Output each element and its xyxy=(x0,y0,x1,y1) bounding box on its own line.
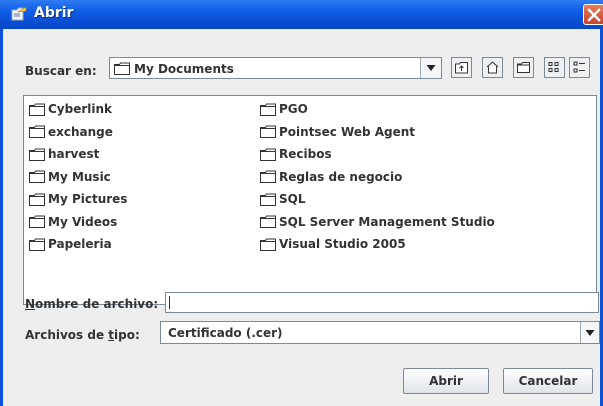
file-name-input[interactable] xyxy=(165,292,599,313)
file-list-item[interactable]: Recibos xyxy=(260,145,332,163)
file-list-item[interactable]: PGO xyxy=(260,100,308,118)
look-in-label: Buscar en: xyxy=(25,64,97,78)
file-list[interactable]: Cyberlink exchange harvest My Music My Pictu… xyxy=(23,95,597,305)
close-icon xyxy=(587,8,601,22)
dialog-body: Buscar en: My Documents Cyberlink exchan… xyxy=(3,29,600,406)
file-item-label: SQL xyxy=(279,192,306,206)
file-name-label: Nombre de archivo: xyxy=(25,297,158,311)
file-type-label-post: ipo: xyxy=(114,328,140,342)
title-bar[interactable]: Abrir xyxy=(0,0,603,29)
file-list-item[interactable]: SQL xyxy=(260,190,306,208)
home-button[interactable] xyxy=(482,57,503,78)
file-type-value: Certificado (.cer) xyxy=(168,326,283,340)
folder-icon xyxy=(29,193,45,206)
folder-icon xyxy=(114,62,130,75)
app-icon xyxy=(11,6,27,21)
dialog-window: Abrir Buscar en: My Documents Cyberlink … xyxy=(0,0,603,406)
file-type-label-pre: Archivos de xyxy=(25,328,109,342)
close-button[interactable] xyxy=(583,4,603,25)
file-item-label: SQL Server Management Studio xyxy=(279,214,495,229)
folder-icon xyxy=(29,238,45,251)
look-in-value: My Documents xyxy=(134,62,234,76)
text-caret xyxy=(169,296,170,309)
chevron-down-icon xyxy=(426,65,436,71)
folder-icon xyxy=(260,215,276,228)
folder-icon xyxy=(260,238,276,251)
file-item-label: Recibos xyxy=(279,147,332,161)
list-view-icon xyxy=(548,62,559,72)
file-list-item[interactable]: Cyberlink xyxy=(29,100,112,118)
up-one-level-icon xyxy=(455,62,468,74)
details-view-button[interactable] xyxy=(569,57,590,78)
list-view-button[interactable] xyxy=(544,57,565,78)
folder-icon xyxy=(29,125,45,138)
file-item-label: exchange xyxy=(48,124,113,139)
folder-icon xyxy=(260,125,276,138)
file-item-label: Cyberlink xyxy=(48,102,113,116)
cancel-button[interactable]: Cancelar xyxy=(503,368,593,394)
look-in-dropdown[interactable]: My Documents xyxy=(109,57,442,79)
details-view-icon xyxy=(573,61,585,73)
new-folder-icon xyxy=(517,62,530,73)
file-list-item[interactable]: My Music xyxy=(29,168,111,186)
file-name-mnemonic: N xyxy=(25,297,36,311)
file-item-label: Papeleria xyxy=(48,237,112,251)
file-item-label: Reglas de negocio xyxy=(279,169,403,184)
file-list-item[interactable]: harvest xyxy=(29,145,99,163)
file-item-label: Pointsec Web Agent xyxy=(279,124,416,139)
open-button[interactable]: Abrir xyxy=(403,368,489,394)
file-item-label: Visual Studio 2005 xyxy=(279,237,406,251)
home-icon xyxy=(486,61,499,74)
file-item-label: My Videos xyxy=(48,214,118,229)
file-list-item[interactable]: exchange xyxy=(29,123,113,141)
file-list-item[interactable]: Pointsec Web Agent xyxy=(260,123,415,141)
window-title: Abrir xyxy=(34,5,74,21)
folder-icon xyxy=(29,148,45,161)
folder-icon xyxy=(260,148,276,161)
file-type-label: Archivos de tipo: xyxy=(25,328,140,342)
folder-icon xyxy=(29,215,45,228)
folder-icon xyxy=(260,193,276,206)
file-list-item[interactable]: My Videos xyxy=(29,213,117,231)
file-item-label: harvest xyxy=(48,147,100,161)
folder-icon xyxy=(260,103,276,116)
file-list-item[interactable]: My Pictures xyxy=(29,190,127,208)
file-item-label: My Music xyxy=(48,169,111,184)
file-item-label: PGO xyxy=(279,102,308,116)
file-type-dropdown-arrow[interactable] xyxy=(580,322,599,343)
file-type-dropdown[interactable]: Certificado (.cer) xyxy=(160,321,600,344)
file-list-item[interactable]: Papeleria xyxy=(29,235,112,253)
look-in-dropdown-arrow[interactable] xyxy=(420,58,441,78)
file-name-label-text: ombre de archivo: xyxy=(35,297,159,311)
up-one-level-button[interactable] xyxy=(451,57,472,78)
new-folder-button[interactable] xyxy=(513,57,534,78)
file-list-item[interactable]: SQL Server Management Studio xyxy=(260,213,495,231)
file-list-item[interactable]: Visual Studio 2005 xyxy=(260,235,406,253)
folder-icon xyxy=(260,170,276,183)
chevron-down-icon xyxy=(585,329,595,336)
file-item-label: My Pictures xyxy=(48,192,128,206)
file-list-item[interactable]: Reglas de negocio xyxy=(260,168,402,186)
folder-icon xyxy=(29,170,45,183)
folder-icon xyxy=(29,103,45,116)
